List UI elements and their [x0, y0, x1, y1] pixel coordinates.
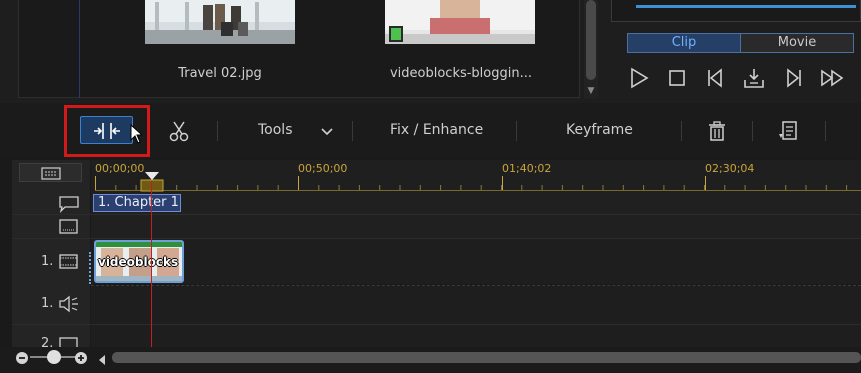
next-frame-button[interactable] [781, 66, 805, 90]
scroll-left-arrow-icon[interactable] [97, 351, 107, 365]
chapter-marker[interactable]: 1. Chapter 1 [93, 194, 181, 212]
timecode-0: 00;00;00 [95, 162, 145, 175]
ruler-ticks [95, 176, 861, 191]
play-button[interactable] [627, 66, 651, 90]
stop-button[interactable] [665, 66, 689, 90]
toolbar-separator [217, 121, 218, 141]
take-snapshot-icon [744, 69, 764, 88]
preview-window [611, 0, 861, 22]
chevron-down-icon [321, 128, 333, 136]
movie-mode-button[interactable]: Movie [741, 34, 853, 52]
previous-frame-icon [708, 68, 722, 88]
scissors-icon [169, 121, 189, 142]
toolbar-separator [681, 121, 682, 141]
toolbar-separator [752, 121, 753, 141]
previous-frame-button[interactable] [704, 66, 728, 90]
video-thumbnail-icon [385, 0, 535, 44]
ruler-ticks-graphic [95, 176, 861, 191]
preview-progress-bar[interactable] [636, 5, 856, 8]
keyboard-icon [41, 167, 61, 180]
subtitle-track[interactable] [91, 215, 861, 238]
stop-icon [669, 70, 685, 86]
playhead-marker[interactable] [138, 170, 166, 192]
subtitle-track-header[interactable] [58, 218, 80, 236]
video-track-2[interactable] [91, 325, 861, 347]
speaker-icon [59, 295, 78, 313]
clip-trim-handle[interactable] [89, 252, 93, 284]
delete-button[interactable] [706, 120, 728, 142]
play-icon [631, 67, 649, 89]
toolbar-separator [352, 121, 353, 141]
mouse-cursor [130, 123, 144, 144]
video-track-icon [59, 254, 78, 269]
tools-dropdown-button[interactable] [319, 123, 335, 139]
clip-movie-toggle: Clip Movie [627, 33, 854, 53]
zoom-out-icon [16, 352, 28, 364]
audio-track-1-number: 1. [41, 296, 54, 311]
timeline-horizontal-scrollbar[interactable] [112, 352, 861, 363]
toolbar-separator [825, 121, 826, 141]
playhead-icon [140, 172, 164, 192]
next-frame-icon [787, 68, 801, 88]
clip-mode-button[interactable]: Clip [628, 34, 741, 52]
keyframe-button[interactable]: Keyframe [566, 122, 633, 138]
image-thumbnail-icon [145, 0, 295, 44]
audio-track-1[interactable] [91, 286, 861, 324]
zoom-slider-handle[interactable] [47, 350, 61, 364]
video-track-icon [59, 337, 78, 347]
arrow-left-icon [99, 355, 105, 365]
library-scrollbar-thumb[interactable] [586, 0, 596, 80]
video-track-1-header[interactable] [58, 253, 80, 271]
video-track-1-number: 1. [41, 254, 54, 269]
media-caption-travel: Travel 02.jpg [178, 66, 262, 81]
zoom-in-icon [75, 352, 87, 364]
timecode-2: 01;40;02 [502, 162, 552, 175]
chapter-track[interactable] [91, 193, 861, 214]
chapter-track-header[interactable] [58, 195, 80, 214]
media-thumbnail-video[interactable] [385, 0, 535, 44]
library-divider [79, 0, 80, 98]
clip-title: videoblocks [98, 255, 179, 269]
edit-list-icon [779, 121, 797, 140]
subtitle-icon [59, 219, 78, 234]
fast-forward-button[interactable] [820, 66, 844, 90]
chapter-speech-bubble-icon [59, 196, 79, 214]
fix-enhance-button[interactable]: Fix / Enhance [390, 122, 483, 138]
audio-track-1-header[interactable] [58, 295, 80, 313]
video-track-1[interactable] [91, 239, 861, 284]
toolbar-separator [516, 121, 517, 141]
scroll-down-arrow-icon[interactable]: ▼ [585, 86, 597, 96]
edit-list-button[interactable] [777, 120, 799, 142]
mouse-pointer-icon [130, 123, 144, 144]
playhead-line [151, 181, 152, 351]
video-track-2-header[interactable] [58, 336, 80, 347]
media-caption-video: videoblocks-bloggin... [389, 66, 533, 81]
media-thumbnail-travel[interactable] [145, 0, 295, 44]
scissors-button[interactable] [167, 119, 191, 143]
zoom-in-button[interactable] [74, 350, 88, 364]
timecode-1: 00;50;00 [298, 162, 348, 175]
ruler-baseline [95, 190, 861, 191]
snapshot-button[interactable] [742, 66, 766, 90]
tools-menu[interactable]: Tools [258, 122, 293, 138]
timeline-settings-button[interactable] [19, 163, 82, 182]
zoom-out-button[interactable] [15, 350, 29, 364]
timecode-3: 02;30;04 [705, 162, 755, 175]
fast-forward-icon [821, 69, 844, 87]
trash-icon [709, 121, 725, 141]
